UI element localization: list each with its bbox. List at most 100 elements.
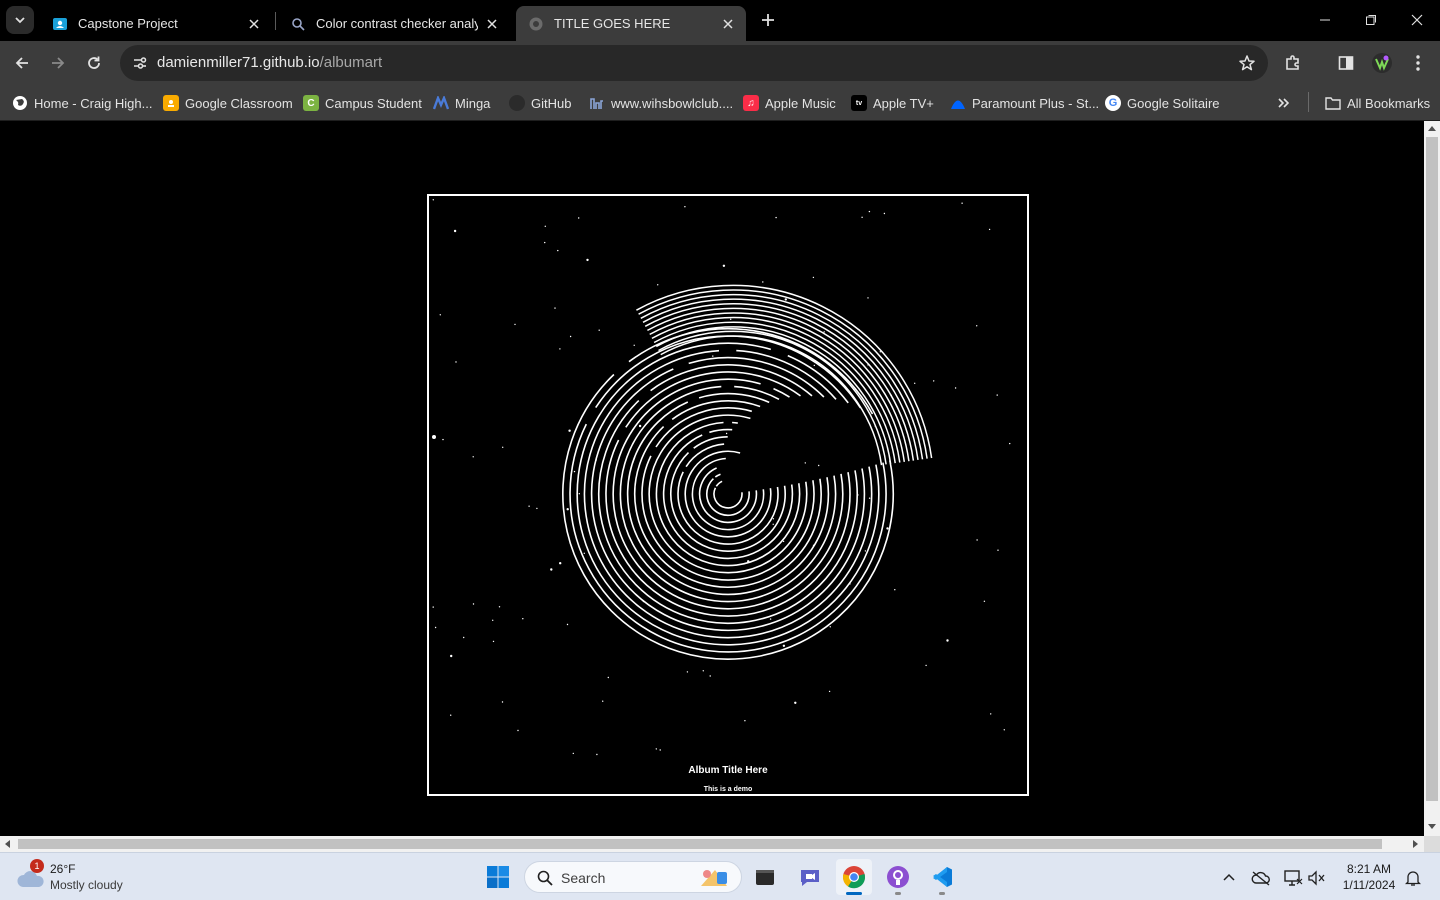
bookmark-paramount-plus[interactable]: Paramount Plus - St... — [950, 91, 1099, 115]
star-dot — [769, 618, 772, 620]
bookmark-label: Home - Craig High... — [34, 95, 153, 111]
minimize-button[interactable] — [1302, 0, 1348, 40]
bookmark-wihsbowlclub[interactable]: www.wihsbowlclub.... — [589, 91, 733, 115]
taskbar-search-box[interactable]: Search — [524, 861, 742, 893]
system-clock[interactable]: 8:21 AM 1/11/2024 — [1336, 861, 1402, 893]
album-subtitle: This is a demo — [703, 786, 753, 793]
apple-music-icon: ♫ — [743, 95, 759, 111]
star-dot — [702, 670, 704, 672]
star-dot — [782, 644, 786, 647]
start-button[interactable] — [480, 859, 516, 895]
star-dot — [586, 258, 589, 262]
vinyl-groove-arc — [576, 342, 880, 646]
arrow-right-icon — [52, 57, 65, 69]
all-bookmarks-button[interactable]: All Bookmarks — [1325, 91, 1430, 115]
menu-button[interactable] — [1404, 49, 1432, 77]
close-icon[interactable] — [720, 16, 736, 32]
star-dot — [794, 701, 797, 704]
chrome-icon — [842, 866, 866, 889]
outer-groove-arc — [647, 307, 910, 462]
close-window-button[interactable] — [1394, 0, 1440, 40]
more-bookmarks-button[interactable] — [1277, 91, 1291, 115]
address-bar[interactable]: damienmiller71.github.io/albumart — [120, 45, 1268, 81]
taskbar-app-teams[interactable] — [792, 859, 828, 895]
restore-button[interactable] — [1348, 0, 1394, 40]
taskbar-app-file-manager[interactable] — [747, 859, 783, 895]
star-dot — [569, 335, 572, 338]
star-dot — [657, 284, 659, 286]
scroll-right-arrow-icon[interactable] — [1413, 840, 1418, 848]
site-info-icon[interactable] — [128, 51, 152, 75]
bookmark-github[interactable]: GitHub — [509, 91, 571, 115]
bookmark-star-button[interactable] — [1236, 52, 1258, 74]
paramount-icon — [950, 95, 966, 111]
bookmark-apple-tv[interactable]: tv Apple TV+ — [851, 91, 934, 115]
star-dot — [554, 307, 556, 309]
tab-contrast-checker[interactable]: Color contrast checker analyzer — [278, 6, 510, 41]
onedrive-status[interactable] — [1250, 867, 1272, 889]
new-tab-button[interactable] — [756, 8, 780, 32]
star-dot — [432, 606, 434, 608]
star-dot — [725, 432, 728, 435]
bookmark-home-craig-high[interactable]: Home - Craig High... — [12, 91, 152, 115]
bookmark-campus-student[interactable]: C Campus Student — [303, 91, 422, 115]
star-dot — [954, 387, 957, 389]
scrollbar-corner — [1424, 836, 1440, 852]
close-icon[interactable] — [246, 16, 262, 32]
horizontal-scroll-thumb[interactable] — [18, 839, 1382, 849]
star-dot — [633, 344, 635, 346]
star-dot — [528, 505, 530, 507]
bookmark-apple-music[interactable]: ♫ Apple Music — [743, 91, 836, 115]
notifications-button[interactable] — [1402, 867, 1424, 889]
weather-temperature: 26°F — [50, 862, 76, 876]
back-button[interactable] — [8, 49, 36, 77]
profile-avatar[interactable] — [1368, 49, 1396, 77]
star-dot — [686, 671, 689, 673]
star-dot — [712, 355, 714, 357]
star-dot — [638, 424, 642, 428]
scroll-down-arrow-icon[interactable] — [1428, 824, 1436, 829]
vertical-scrollbar[interactable] — [1424, 121, 1440, 836]
bookmark-label: Apple Music — [765, 95, 836, 111]
bookmark-google-solitaire[interactable]: G Google Solitaire — [1105, 91, 1220, 115]
volume-status[interactable] — [1306, 867, 1328, 889]
album-title: Album Title Here — [688, 765, 768, 776]
taskbar-app-vscode[interactable] — [924, 859, 960, 895]
star-dot — [492, 619, 494, 621]
tab-search-button[interactable] — [6, 6, 34, 34]
star-dot — [655, 748, 657, 750]
taskbar-app-chrome[interactable] — [836, 859, 872, 895]
scroll-up-arrow-icon[interactable] — [1428, 126, 1436, 131]
star-dot — [514, 323, 516, 326]
star-dot — [432, 199, 434, 201]
bookmark-google-classroom[interactable]: Google Classroom — [163, 91, 293, 115]
tab-capstone[interactable]: Capstone Project — [40, 6, 272, 41]
star-dot — [501, 701, 504, 703]
taskbar-app-github-desktop[interactable] — [880, 859, 916, 895]
chevron-down-icon — [15, 17, 25, 24]
weather-widget[interactable]: 1 26°F Mostly cloudy — [14, 859, 164, 895]
star-dot — [784, 298, 787, 301]
side-panel-button[interactable] — [1332, 49, 1360, 77]
horizontal-scrollbar[interactable] — [0, 836, 1424, 852]
extensions-button[interactable] — [1279, 49, 1307, 77]
cloud-offline-icon — [1251, 871, 1270, 886]
show-hidden-icons-button[interactable] — [1218, 867, 1240, 889]
bowl-club-icon — [589, 95, 605, 111]
vinyl-groove-arc — [691, 457, 765, 531]
reload-button[interactable] — [80, 49, 108, 77]
star-dot — [544, 241, 546, 244]
scroll-left-arrow-icon[interactable] — [5, 840, 10, 848]
star-dot — [557, 249, 559, 252]
windows-taskbar: 1 26°F Mostly cloudy Search 8:21 AM 1/11… — [0, 852, 1440, 900]
globe-icon — [528, 16, 544, 32]
vinyl-groove-arc — [650, 364, 813, 397]
network-status[interactable] — [1282, 867, 1304, 889]
vertical-scroll-thumb[interactable] — [1426, 137, 1438, 801]
close-icon[interactable] — [484, 16, 500, 32]
bookmark-minga[interactable]: Minga — [433, 91, 490, 115]
star-dot — [566, 623, 569, 626]
forward-button[interactable] — [44, 49, 72, 77]
tab-title-goes-here[interactable]: TITLE GOES HERE — [516, 6, 746, 41]
tab-strip: Capstone Project Color contrast checker … — [0, 0, 1440, 41]
